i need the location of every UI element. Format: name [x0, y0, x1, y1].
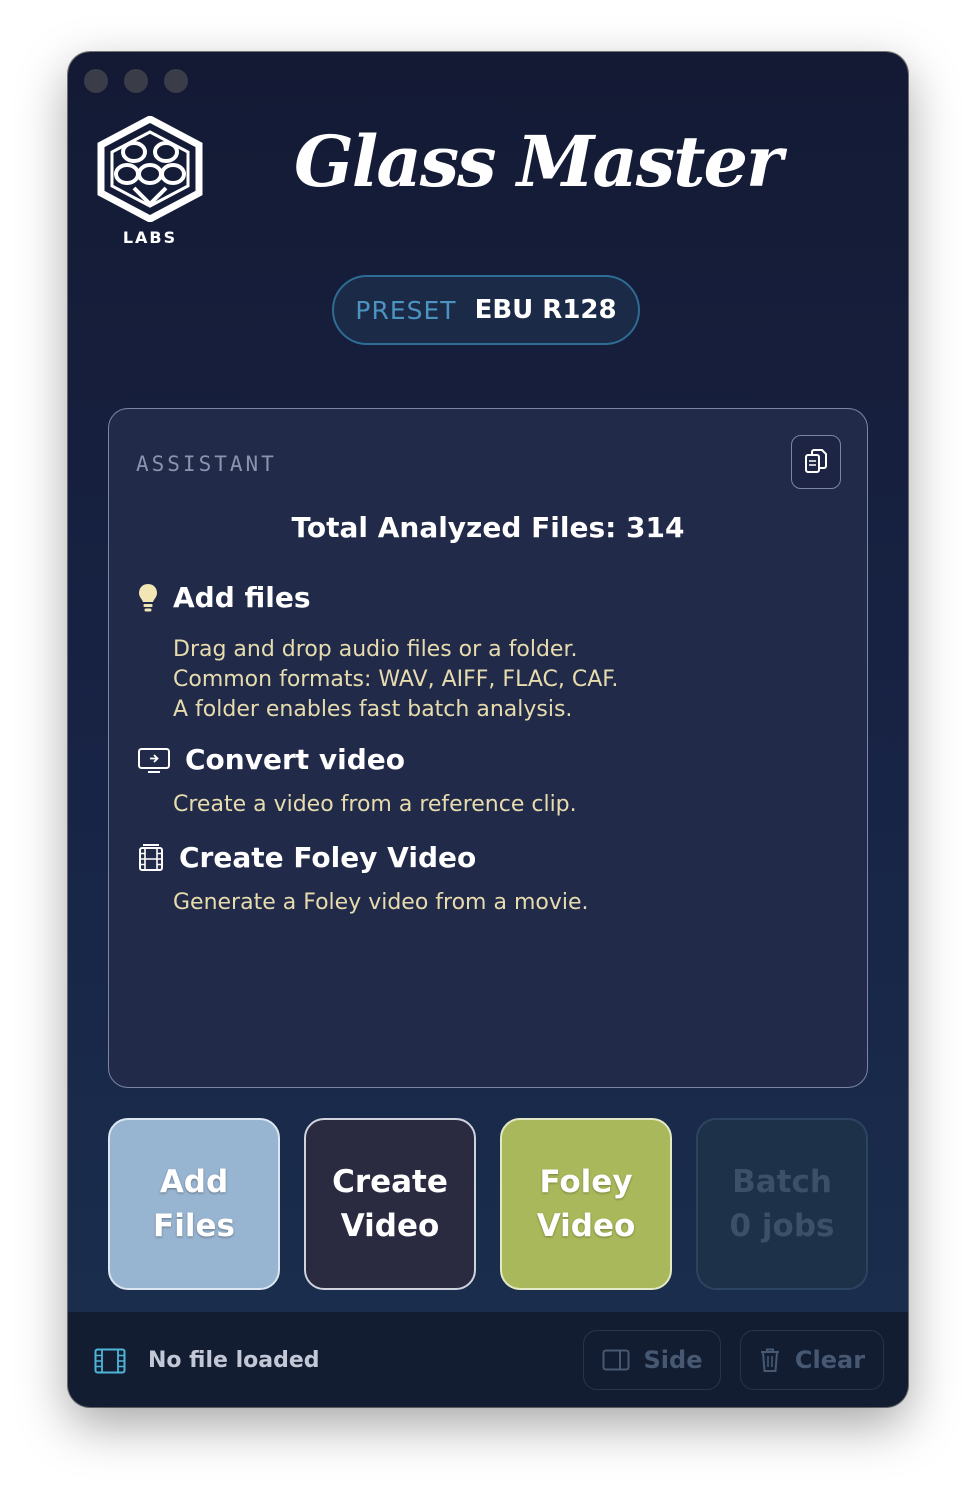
film-icon	[139, 843, 163, 871]
action-buttons: Add Files Create Video Foley Video Batch…	[108, 1118, 868, 1290]
add-files-line-2: Files	[153, 1208, 235, 1244]
file-status-text: No file loaded	[148, 1348, 320, 1373]
section-foley-title: Create Foley Video	[179, 841, 477, 874]
monitor-icon	[138, 747, 170, 773]
assistant-panel: ASSISTANT Total Analyzed Files: 314 Add …	[108, 408, 868, 1088]
batch-button[interactable]: Batch 0 jobs	[696, 1118, 868, 1290]
film-strip-icon	[94, 1348, 126, 1374]
app-title: Glass Master	[294, 120, 783, 203]
section-foley-heading: Create Foley Video	[137, 841, 476, 874]
window-controls	[84, 69, 188, 93]
hexagon-logo-icon	[97, 115, 203, 223]
add-files-button[interactable]: Add Files	[108, 1118, 280, 1290]
tip-line: Drag and drop audio files or a folder.	[173, 637, 578, 662]
trash-icon	[760, 1348, 779, 1372]
lightbulb-icon	[139, 583, 157, 611]
preset-pill[interactable]: PRESET EBU R128	[332, 275, 640, 345]
preset-value: EBU R128	[474, 295, 617, 325]
batch-jobs-count: 0 jobs	[729, 1208, 835, 1244]
section-add-files-title: Add files	[173, 581, 311, 614]
create-video-line-2: Video	[340, 1208, 440, 1244]
clear-button[interactable]: Clear	[740, 1330, 884, 1390]
labs-logo: LABS	[94, 115, 206, 247]
create-video-button[interactable]: Create Video	[304, 1118, 476, 1290]
copy-icon	[805, 449, 827, 473]
tip-line: Common formats: WAV, AIFF, FLAC, CAF.	[173, 667, 619, 692]
preset-label: PRESET	[355, 295, 457, 325]
assistant-label: ASSISTANT	[136, 452, 277, 476]
total-analyzed-files: Total Analyzed Files: 314	[291, 511, 685, 544]
section-convert-video-title: Convert video	[185, 743, 406, 776]
section-add-files-body: Drag and drop audio files or a folder. C…	[173, 635, 618, 725]
zoom-window-button[interactable]	[164, 69, 188, 93]
create-video-line-1: Create	[332, 1164, 448, 1200]
minimize-window-button[interactable]	[124, 69, 148, 93]
tip-line: Create a video from a reference clip.	[173, 792, 577, 817]
foley-video-line-1: Foley	[539, 1164, 633, 1200]
app-window: LABS Glass Master PRESET EBU R128 ASSIST…	[68, 52, 908, 1407]
close-window-button[interactable]	[84, 69, 108, 93]
section-convert-video-heading: Convert video	[137, 743, 405, 776]
tip-line: Generate a Foley video from a movie.	[173, 890, 589, 915]
status-bar: No file loaded Side Clear	[68, 1312, 908, 1407]
section-add-files-heading: Add files	[137, 581, 311, 614]
section-foley-body: Generate a Foley video from a movie.	[173, 888, 589, 918]
side-button[interactable]: Side	[583, 1330, 721, 1390]
clear-button-label: Clear	[794, 1346, 866, 1374]
foley-video-button[interactable]: Foley Video	[500, 1118, 672, 1290]
side-button-label: Side	[643, 1346, 703, 1374]
add-files-line-1: Add	[159, 1164, 229, 1200]
batch-line-1: Batch	[732, 1164, 832, 1200]
foley-video-line-2: Video	[536, 1208, 636, 1244]
copy-button[interactable]	[791, 435, 841, 489]
section-convert-video-body: Create a video from a reference clip.	[173, 790, 577, 820]
logo-labs-text: LABS	[122, 228, 178, 247]
sidebar-icon	[602, 1349, 630, 1371]
tip-line: A folder enables fast batch analysis.	[173, 697, 573, 722]
